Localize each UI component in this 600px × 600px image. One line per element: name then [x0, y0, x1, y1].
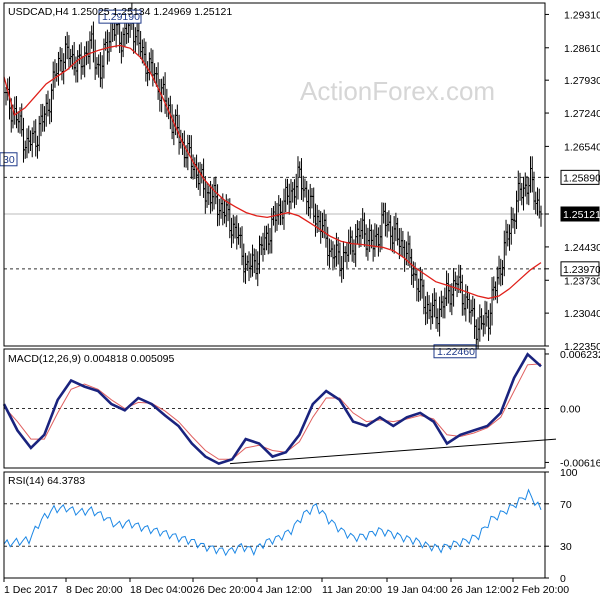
x-tick-label: 26 Jan 12:00: [451, 584, 512, 596]
watermark-layer: ActionForex.com: [300, 76, 495, 106]
main-title: USDCAD,H4 1.25025 1.25134 1.24969 1.2512…: [8, 6, 232, 18]
y-tick-label: 1.24430: [564, 242, 600, 254]
x-tick-label: 1 Dec 2017: [4, 584, 58, 596]
x-tick-label: 4 Jan 12:00: [257, 584, 312, 596]
x-tick-label: 8 Dec 20:00: [66, 584, 123, 596]
annotation-label: 1.22460: [437, 346, 475, 358]
rsi-y-tick-label: 100: [560, 467, 578, 479]
watermark-text: ActionForex.com: [300, 76, 495, 106]
y-tick-label: 1.23040: [564, 308, 600, 320]
y-tick-label: 1.23730: [564, 275, 600, 287]
level-box-label: 1.23970: [563, 264, 600, 276]
x-tick-label: 26 Dec 20:00: [193, 584, 256, 596]
x-tick-label: 2 Feb 20:00: [513, 584, 569, 596]
y-tick-label: 1.27240: [564, 108, 600, 120]
annotation-label: 30: [3, 154, 15, 166]
forex-chart: ActionForex.com 1.25890 1.23970 1.25121 1.2…: [0, 0, 600, 600]
macd-y-tick-label: 0.006232: [560, 349, 600, 361]
x-tick-label: 11 Jan 20:00: [322, 584, 382, 596]
macd-title: MACD(12,26,9) 0.004818 0.005095: [8, 353, 175, 365]
level-box-label: 1.25890: [563, 172, 600, 184]
x-tick-label: 18 Dec 04:00: [130, 584, 193, 596]
y-tick-label: 1.26540: [564, 141, 600, 153]
rsi-title: RSI(14) 64.3783: [8, 475, 85, 487]
rsi-y-tick-label: 70: [560, 499, 572, 511]
y-tick-label: 1.27930: [564, 75, 600, 87]
level-box-label: 1.25121: [563, 209, 600, 221]
y-tick-label: 1.29310: [564, 9, 600, 21]
y-tick-label: 1.28610: [564, 43, 600, 55]
x-tick-label: 19 Jan 04:00: [387, 584, 448, 596]
macd-y-tick-label: 0.00: [560, 404, 581, 416]
rsi-y-tick-label: 30: [560, 541, 572, 553]
